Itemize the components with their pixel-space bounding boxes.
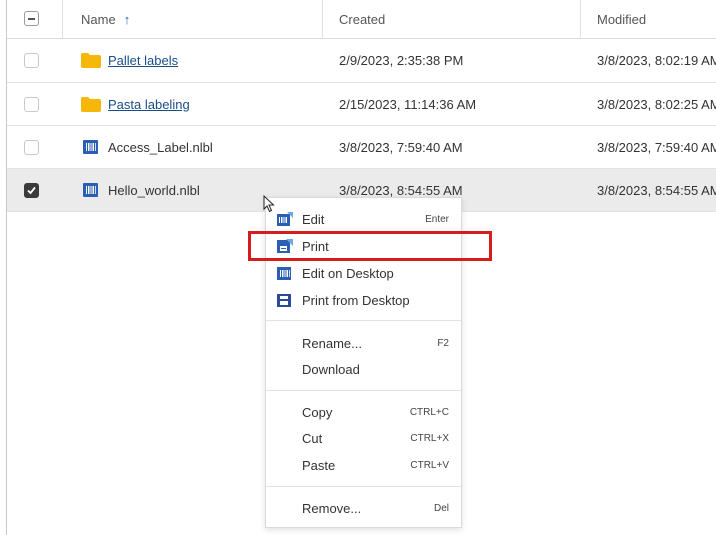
menu-item-cut[interactable]: Cut CTRL+X	[266, 425, 461, 451]
menu-item-label: Print from Desktop	[302, 292, 410, 308]
menu-item-edit-on-desktop[interactable]: Edit on Desktop	[266, 260, 461, 286]
label-file-icon	[83, 183, 98, 197]
modified-cell: 3/8/2023, 8:54:55 AM	[597, 182, 716, 198]
file-name-cell[interactable]: Pasta labeling	[81, 83, 190, 125]
row-checkbox-checked[interactable]	[24, 183, 39, 198]
print-desktop-icon	[277, 293, 291, 307]
column-header-created-label: Created	[339, 11, 386, 27]
column-divider	[580, 0, 581, 39]
modified-cell: 3/8/2023, 8:02:25 AM	[597, 96, 716, 112]
column-header-name-label: Name	[81, 11, 116, 27]
mouse-cursor-icon	[263, 195, 275, 213]
menu-shortcut: Del	[433, 502, 449, 514]
table-header: Name ↑ Created Modified	[7, 0, 716, 39]
table-row[interactable]: Pallet labels 2/9/2023, 2:35:38 PM 3/8/2…	[7, 39, 716, 83]
menu-separator	[266, 486, 461, 487]
column-divider	[322, 0, 323, 39]
menu-item-paste[interactable]: Paste CTRL+V	[266, 452, 461, 478]
menu-item-edit[interactable]: Edit Enter	[266, 206, 461, 232]
table-row[interactable]: Access_Label.nlbl 3/8/2023, 7:59:40 AM 3…	[7, 126, 716, 169]
menu-item-label: Rename...	[302, 335, 362, 351]
menu-shortcut: F2	[437, 337, 449, 349]
menu-shortcut: CTRL+C	[409, 406, 449, 418]
menu-item-label: Copy	[302, 404, 333, 420]
menu-item-label: Edit	[302, 211, 325, 227]
column-header-modified[interactable]: Modified	[597, 0, 646, 38]
folder-icon	[81, 53, 101, 68]
created-cell: 2/9/2023, 2:35:38 PM	[339, 53, 464, 68]
checkmark-icon	[27, 186, 36, 195]
created-cell: 2/15/2023, 11:14:36 AM	[339, 96, 477, 112]
label-file-icon	[83, 140, 98, 154]
file-name[interactable]: Pallet labels	[108, 53, 178, 68]
menu-shortcut: CTRL+V	[410, 459, 449, 471]
menu-item-label: Cut	[302, 430, 323, 446]
file-name-cell[interactable]: Pallet labels	[81, 39, 178, 82]
row-checkbox[interactable]	[24, 140, 39, 155]
menu-item-rename[interactable]: Rename... F2	[266, 330, 461, 356]
menu-shortcut: CTRL+X	[410, 432, 449, 444]
menu-item-download[interactable]: Download	[266, 356, 461, 382]
menu-item-label: Remove...	[302, 500, 362, 516]
modified-cell: 3/8/2023, 8:02:19 AM	[597, 53, 716, 68]
folder-icon	[81, 96, 101, 112]
menu-item-label: Download	[302, 361, 360, 377]
menu-item-label: Edit on Desktop	[302, 265, 394, 281]
highlight-annotation-box	[248, 231, 492, 261]
created-cell: 3/8/2023, 7:59:40 AM	[339, 139, 463, 155]
row-checkbox[interactable]	[24, 53, 39, 68]
select-all-checkbox[interactable]	[24, 11, 39, 26]
row-checkbox[interactable]	[24, 97, 39, 112]
edit-icon	[277, 211, 293, 226]
modified-cell: 3/8/2023, 7:59:40 AM	[597, 139, 716, 155]
menu-shortcut: Enter	[425, 213, 449, 225]
file-name-cell[interactable]: Access_Label.nlbl	[81, 126, 213, 168]
file-name-cell[interactable]: Hello_world.nlbl	[81, 169, 200, 211]
file-name[interactable]: Pasta labeling	[108, 97, 190, 112]
file-name[interactable]: Hello_world.nlbl	[108, 183, 200, 198]
sort-ascending-icon[interactable]: ↑	[124, 12, 131, 27]
menu-item-remove[interactable]: Remove... Del	[266, 495, 461, 521]
menu-separator	[266, 390, 461, 391]
menu-item-copy[interactable]: Copy CTRL+C	[266, 399, 461, 425]
table-row[interactable]: Pasta labeling 2/15/2023, 11:14:36 AM 3/…	[7, 83, 716, 126]
menu-item-print-from-desktop[interactable]: Print from Desktop	[266, 287, 461, 313]
menu-separator	[266, 320, 461, 321]
column-header-name[interactable]: Name ↑	[81, 0, 130, 38]
edit-desktop-icon	[277, 266, 291, 280]
column-divider	[62, 0, 63, 39]
column-header-modified-label: Modified	[597, 11, 647, 27]
menu-item-label: Paste	[302, 457, 336, 473]
file-name[interactable]: Access_Label.nlbl	[108, 140, 213, 155]
column-header-created[interactable]: Created	[339, 0, 385, 38]
